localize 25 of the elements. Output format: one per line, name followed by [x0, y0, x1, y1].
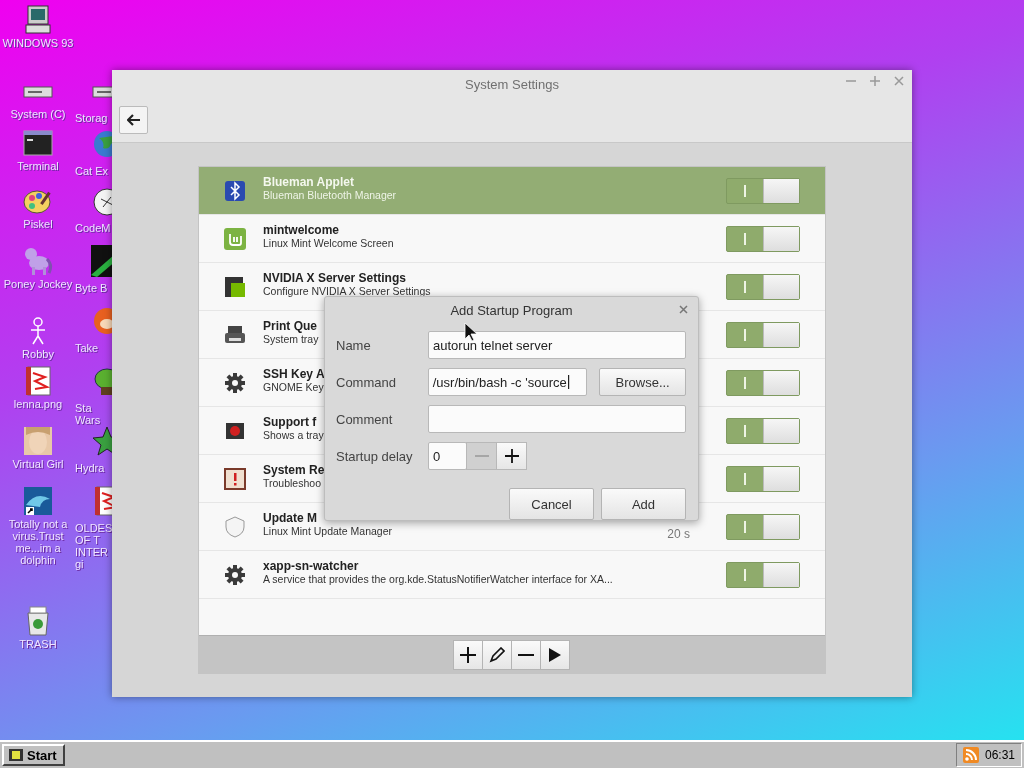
field-label: Comment [336, 411, 394, 427]
program-description: System tray [263, 332, 319, 346]
program-description: Linux Mint Welcome Screen [263, 236, 394, 250]
program-name: xapp-sn-watcher [263, 559, 359, 573]
program-description: GNOME Key [263, 380, 324, 394]
program-name: NVIDIA X Server Settings [263, 271, 406, 285]
program-description: Blueman Bluetooth Manager [263, 188, 397, 202]
program-name: mintwelcome [263, 223, 340, 237]
program-name: System Re [263, 463, 325, 477]
delay-text: 20 s [667, 526, 690, 541]
field-label: Command [336, 374, 397, 390]
program-description: Configure NVIDIA X Server Settings [263, 284, 431, 298]
field-label: Startup delay [336, 448, 414, 464]
window-title: System Settings [465, 76, 559, 92]
program-name: Support f [263, 415, 317, 429]
program-description: Shows a tray [263, 428, 324, 442]
program-description: Troubleshoo [263, 476, 321, 490]
program-name: Print Que [263, 319, 317, 333]
clock: 06:31 [984, 748, 1015, 762]
program-description: A service that provides the org.kde.StatusNotifierWatcher interface for XA... [263, 572, 613, 586]
field-label: Name [336, 337, 372, 353]
program-name: Blueman Applet [263, 175, 354, 189]
program-description: Linux Mint Update Manager [263, 524, 392, 538]
program-name: SSH Key A [263, 367, 325, 381]
program-name: Update M [263, 511, 317, 525]
